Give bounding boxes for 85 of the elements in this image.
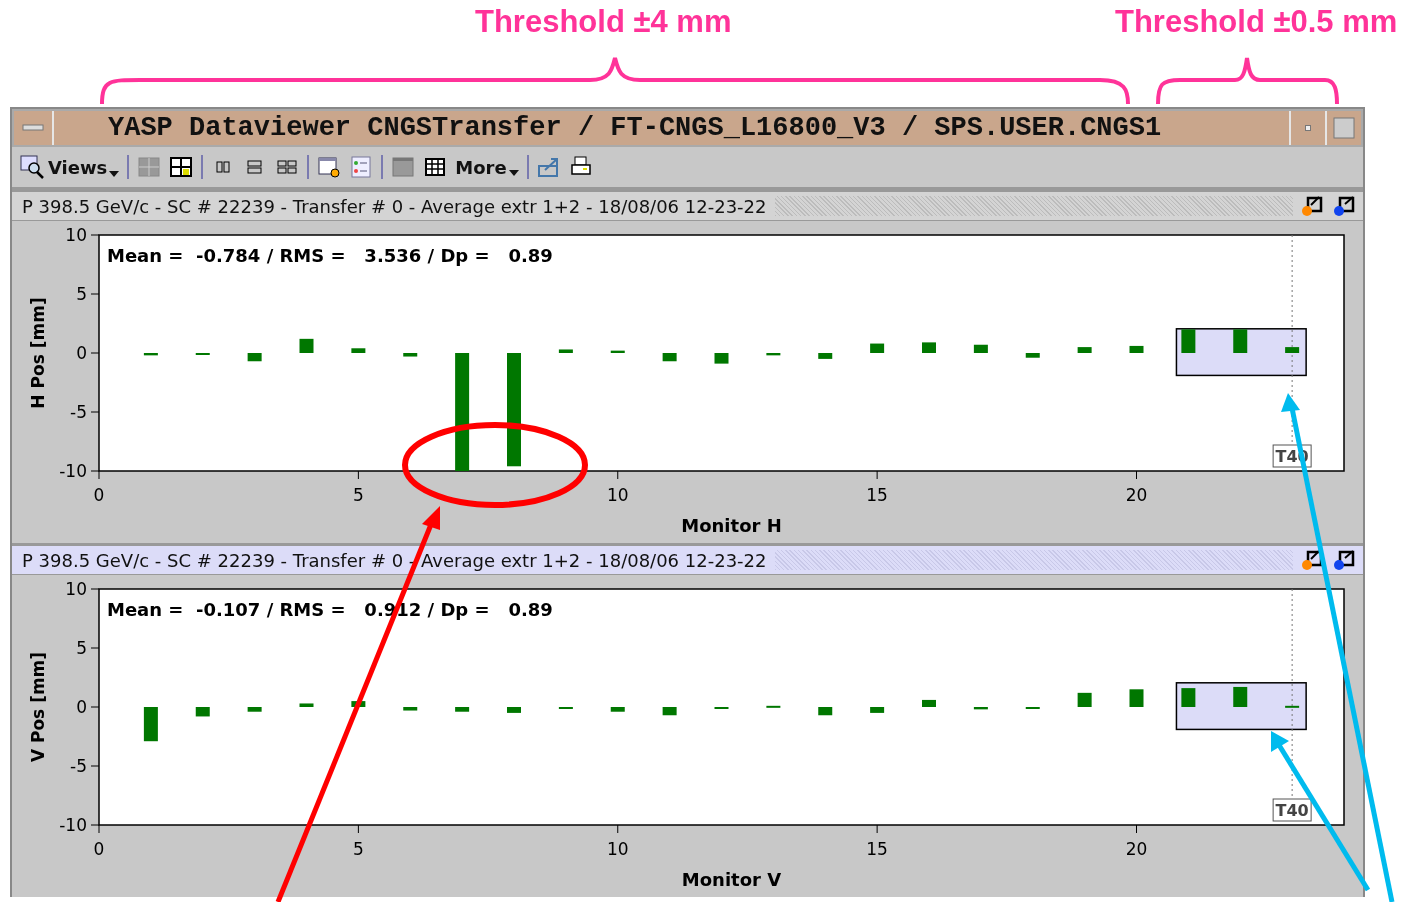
panel-title: P 398.5 GeV/c - SC # 22239 - Transfer # 0 - Average extr 1+2 - 18/08/06 12-23-22: [22, 549, 767, 571]
data-bar: [1077, 347, 1092, 353]
window-title: YASP Dataviewer CNGSTransfer / FT-CNGS_L16800_V3 / SPS.USER.CNGS1: [107, 112, 1163, 145]
list-icon[interactable]: [349, 155, 374, 179]
data-bar: [1233, 686, 1248, 707]
data-bar: [1233, 329, 1248, 353]
data-bar: [403, 353, 418, 357]
y-tick-label: 0: [76, 343, 87, 363]
data-bar: [973, 707, 988, 710]
data-bar: [403, 707, 418, 711]
x-tick-label: 10: [606, 485, 629, 505]
data-bar: [1025, 353, 1040, 358]
data-bar: [299, 703, 314, 707]
data-bar: [766, 705, 781, 708]
magnifier-icon: [20, 155, 46, 179]
window-settings-icon[interactable]: [317, 155, 342, 179]
panel-icon[interactable]: [391, 155, 416, 179]
data-bar: [610, 707, 625, 712]
data-bar: [610, 350, 625, 353]
data-bar: [1181, 329, 1196, 353]
y-tick-label: 5: [76, 284, 87, 304]
stats-text: Mean = -0.784 / RMS = 3.536 / Dp = 0.89: [107, 245, 553, 266]
panel-title: P 398.5 GeV/c - SC # 22239 - Transfer # 0 - Average extr 1+2 - 18/08/06 12-23-22: [22, 195, 767, 217]
data-bar: [247, 353, 262, 362]
x-tick-label: 0: [93, 839, 105, 859]
data-bar: [662, 707, 677, 716]
minus-icon: [22, 124, 44, 132]
data-bar: [662, 353, 677, 362]
data-bar: [558, 349, 573, 353]
data-bar: [870, 707, 885, 713]
x-tick-label: 15: [866, 839, 888, 859]
data-bar: [351, 348, 366, 353]
y-tick-label: -5: [70, 402, 87, 422]
data-bar: [1129, 345, 1144, 353]
threshold-label: Threshold ±4 mm: [475, 4, 732, 40]
export-icon[interactable]: [536, 155, 561, 179]
y-tick-label: 0: [76, 697, 87, 717]
x-axis-title: Monitor V: [681, 869, 782, 890]
layout-icon[interactable]: [169, 155, 194, 179]
panel-header[interactable]: P 398.5 GeV/c - SC # 22239 - Transfer # 0 - Average extr 1+2 - 18/08/06 12-23-22: [12, 546, 1363, 575]
undock-icon[interactable]: [1301, 195, 1325, 217]
x-tick-label: 0: [93, 485, 105, 505]
data-bar: [195, 707, 210, 717]
y-axis-title: V Pos [mm]: [28, 651, 48, 763]
data-bar: [247, 707, 262, 712]
data-bar: [455, 707, 470, 712]
data-bar: [1285, 347, 1300, 353]
dock-icon[interactable]: [1333, 195, 1357, 217]
caret-icon: [109, 171, 120, 177]
x-tick-label: 5: [352, 839, 364, 859]
data-bar: [922, 342, 936, 353]
marker-label: T40: [1272, 798, 1312, 822]
y-tick-label: 10: [65, 225, 87, 245]
y-tick-label: -10: [59, 815, 87, 835]
data-bar: [818, 707, 833, 716]
data-bar: [714, 353, 729, 364]
more-button[interactable]: More: [455, 156, 519, 178]
data-bar: [973, 344, 988, 353]
data-bar: [1181, 688, 1196, 707]
x-tick-label: 5: [352, 485, 364, 505]
data-bar: [143, 353, 158, 356]
y-tick-label: -5: [70, 756, 87, 776]
data-bar: [818, 353, 833, 359]
table-icon[interactable]: [423, 155, 448, 179]
data-bar: [351, 701, 366, 707]
x-tick-label: 15: [866, 485, 888, 505]
data-bar: [507, 707, 521, 713]
y-tick-label: 5: [76, 638, 87, 658]
x-axis-title: Monitor H: [681, 515, 782, 536]
square-icon: [1333, 117, 1355, 139]
dock-icon[interactable]: [1333, 549, 1357, 571]
x-tick-label: 10: [606, 839, 629, 859]
views-button[interactable]: Views: [20, 155, 120, 179]
data-bar: [766, 353, 781, 356]
y-tick-label: -10: [59, 461, 87, 481]
x-tick-label: 20: [1125, 485, 1148, 505]
data-bar: [922, 699, 936, 707]
y-tick-label: 10: [65, 579, 87, 599]
caret-icon: [508, 169, 519, 176]
data-bar: [1285, 705, 1300, 708]
panel-header[interactable]: P 398.5 GeV/c - SC # 22239 - Transfer # 0 - Average extr 1+2 - 18/08/06 12-23-22: [12, 192, 1363, 221]
data-bar: [870, 343, 885, 353]
threshold-label: Threshold ±0.5 mm: [1115, 4, 1398, 40]
y-axis-title: H Pos [mm]: [28, 297, 48, 409]
x-tick-label: 20: [1125, 839, 1148, 859]
